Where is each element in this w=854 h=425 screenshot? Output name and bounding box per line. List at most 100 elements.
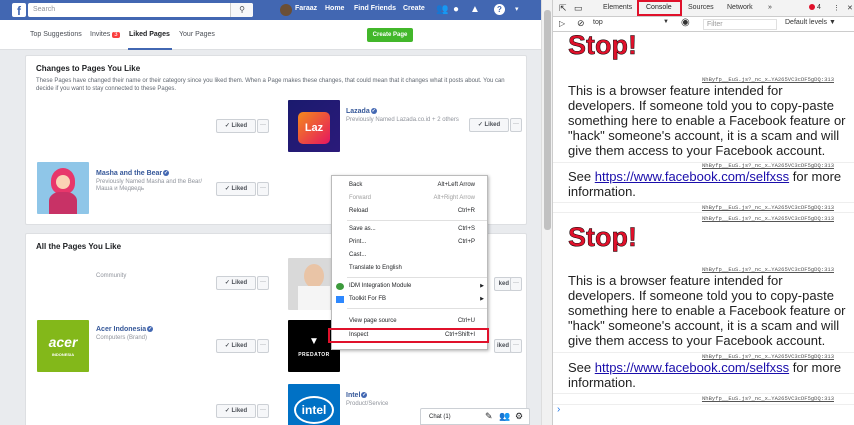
- chevron-down-icon[interactable]: ▼: [663, 19, 669, 25]
- acer-name-label: Acer Indonesia: [96, 326, 147, 333]
- community-liked-button[interactable]: ✓ Liked: [216, 276, 256, 290]
- inspect-highlight-box: [328, 328, 489, 343]
- row-more-button[interactable]: ···: [257, 404, 269, 418]
- source-link[interactable]: NhByfp__EuS.js?_nc_x…YA265VC3cDF5gDQ:313: [702, 266, 834, 273]
- source-link[interactable]: NhByfp__EuS.js?_nc_x…YA265VC3cDF5gDQ:313: [702, 215, 834, 222]
- row-liked-button[interactable]: ✓ Liked: [216, 404, 256, 418]
- community-more-button[interactable]: ···: [257, 276, 269, 290]
- menu-item-print[interactable]: Print... Ctrl+P: [332, 237, 487, 248]
- acer-name[interactable]: Acer Indonesia ✓: [96, 326, 154, 333]
- intel-category: Product/Service: [346, 401, 389, 407]
- gear-icon[interactable]: ⚙: [515, 411, 523, 422]
- menu-item-cast[interactable]: Cast...: [332, 250, 487, 261]
- menu-item-toolkit[interactable]: Toolkit For FB ▶: [332, 294, 487, 305]
- menu-item-save-as[interactable]: Save as... Ctrl+S: [332, 224, 487, 235]
- menu-item-reload[interactable]: Reload Ctrl+R: [332, 206, 487, 217]
- intel-name[interactable]: Intel ✓: [346, 392, 368, 399]
- menu-item-view-source-shortcut: Ctrl+U: [457, 318, 475, 324]
- verified-icon: ✓: [163, 170, 170, 177]
- masha-face: [56, 175, 70, 189]
- nav-find-friends[interactable]: Find Friends: [354, 5, 396, 12]
- source-link[interactable]: NhByfp__EuS.js?_nc_x…YA265VC3cDF5gDQ:313: [702, 353, 834, 360]
- tab-network[interactable]: Network: [727, 4, 753, 11]
- sidebar-toggle-icon[interactable]: ▷: [559, 19, 565, 28]
- tab-your-pages[interactable]: Your Pages: [179, 31, 215, 38]
- help-icon[interactable]: ?: [494, 4, 505, 15]
- scrollbar-thumb[interactable]: [544, 10, 551, 230]
- lazada-thumbnail[interactable]: Laz: [288, 100, 340, 152]
- acer-liked-button[interactable]: ✓ Liked: [216, 339, 256, 353]
- page-liked-button[interactable]: ✓ Liked: [216, 119, 256, 133]
- inspect-element-icon[interactable]: ⇱: [559, 3, 567, 14]
- devtools-tab-bar: ⇱ ▭ Elements Console Sources Network » 4…: [553, 0, 854, 17]
- masha-thumbnail[interactable]: [37, 162, 89, 214]
- menu-item-toolkit-label: Toolkit For FB: [349, 296, 387, 302]
- verified-icon: ✓: [147, 326, 154, 333]
- selfxss-link[interactable]: https://www.facebook.com/selfxss: [595, 360, 789, 375]
- menu-item-forward[interactable]: Forward Alt+Right Arrow: [332, 193, 487, 204]
- page-scrollbar[interactable]: [541, 0, 552, 425]
- create-page-button[interactable]: Create Page: [367, 28, 413, 42]
- selfxss-link[interactable]: https://www.facebook.com/selfxss: [595, 169, 789, 184]
- chat-bar[interactable]: Chat (1) ✎ 👥 ⚙: [420, 408, 530, 425]
- woman-body: [298, 286, 330, 310]
- page-more-button[interactable]: ···: [257, 119, 269, 133]
- tab-elements[interactable]: Elements: [603, 4, 632, 11]
- lazada-name[interactable]: Lazada ✓: [346, 108, 377, 115]
- more-tabs-icon[interactable]: »: [768, 4, 772, 11]
- add-friends-icon[interactable]: 👥: [499, 411, 510, 422]
- search-icon[interactable]: ⚲: [230, 3, 253, 17]
- see-prefix: See: [568, 360, 595, 375]
- woman-face: [304, 264, 324, 288]
- predator-more-button[interactable]: ···: [510, 339, 522, 353]
- compose-icon[interactable]: ✎: [485, 411, 493, 422]
- source-link[interactable]: NhByfp__EuS.js?_nc_x…YA265VC3cDF5gDQ:313: [702, 395, 834, 402]
- kebab-menu-icon[interactable]: ⋮: [833, 4, 840, 12]
- message-divider: [553, 212, 854, 213]
- error-counter[interactable]: 4: [809, 4, 821, 11]
- eye-icon[interactable]: ◉: [681, 17, 690, 28]
- nav-home[interactable]: Home: [325, 5, 344, 12]
- woman-more-button[interactable]: ···: [510, 277, 522, 291]
- context-select[interactable]: top: [593, 19, 603, 26]
- device-toolbar-icon[interactable]: ▭: [574, 3, 583, 14]
- close-icon[interactable]: ✕: [847, 4, 853, 12]
- console-prompt[interactable]: ›: [557, 404, 560, 415]
- chevron-down-icon[interactable]: ▾: [515, 4, 519, 16]
- lazada-liked-button[interactable]: ✓ Liked: [469, 118, 509, 132]
- avatar[interactable]: [280, 4, 292, 16]
- clear-console-icon[interactable]: ⊘: [577, 18, 585, 29]
- lazada-liked-label: Liked: [484, 122, 501, 128]
- friends-icon[interactable]: 👥: [436, 4, 448, 16]
- tab-liked-pages[interactable]: Liked Pages: [129, 31, 170, 38]
- notifications-icon[interactable]: ▲: [470, 4, 480, 16]
- profile-link[interactable]: Faraaz: [295, 5, 317, 12]
- acer-more-button[interactable]: ···: [257, 339, 269, 353]
- menu-item-view-source-label: View page source: [349, 318, 397, 324]
- masha-name[interactable]: Masha and the Bear ✓: [96, 170, 170, 177]
- menu-item-back[interactable]: Back Alt+Left Arrow: [332, 180, 487, 191]
- tab-invites[interactable]: Invites 3: [90, 31, 120, 38]
- source-link[interactable]: NhByfp__EuS.js?_nc_x…YA265VC3cDF5gDQ:313: [702, 204, 834, 211]
- acer-liked-label: Liked: [231, 343, 248, 349]
- levels-dropdown[interactable]: Default levels ▼: [785, 19, 836, 26]
- menu-item-translate[interactable]: Translate to English: [332, 263, 487, 274]
- filter-input[interactable]: Filter: [703, 19, 777, 30]
- intel-thumbnail[interactable]: intel: [288, 384, 340, 425]
- source-link[interactable]: NhByfp__EuS.js?_nc_x…YA265VC3cDF5gDQ:313: [702, 162, 834, 169]
- tab-top-suggestions[interactable]: Top Suggestions: [30, 31, 82, 38]
- messenger-icon[interactable]: ●: [453, 4, 459, 16]
- nav-create[interactable]: Create: [403, 5, 425, 12]
- menu-item-view-source[interactable]: View page source Ctrl+U: [332, 316, 487, 327]
- stop-heading: Stop!: [568, 30, 637, 61]
- masha-liked-button[interactable]: ✓ Liked: [216, 182, 256, 196]
- search-input[interactable]: Search: [28, 3, 253, 17]
- changes-card-description: These Pages have changed their name or t…: [36, 78, 505, 92]
- masha-more-button[interactable]: ···: [257, 182, 269, 196]
- source-link[interactable]: NhByfp__EuS.js?_nc_x…YA265VC3cDF5gDQ:313: [702, 76, 834, 83]
- lazada-more-button[interactable]: ···: [510, 118, 522, 132]
- menu-item-idm[interactable]: IDM Integration Module ▶: [332, 281, 487, 292]
- tab-sources[interactable]: Sources: [688, 4, 714, 11]
- acer-thumbnail[interactable]: acer INDONESIA: [37, 320, 89, 372]
- facebook-logo-icon[interactable]: f: [12, 3, 26, 18]
